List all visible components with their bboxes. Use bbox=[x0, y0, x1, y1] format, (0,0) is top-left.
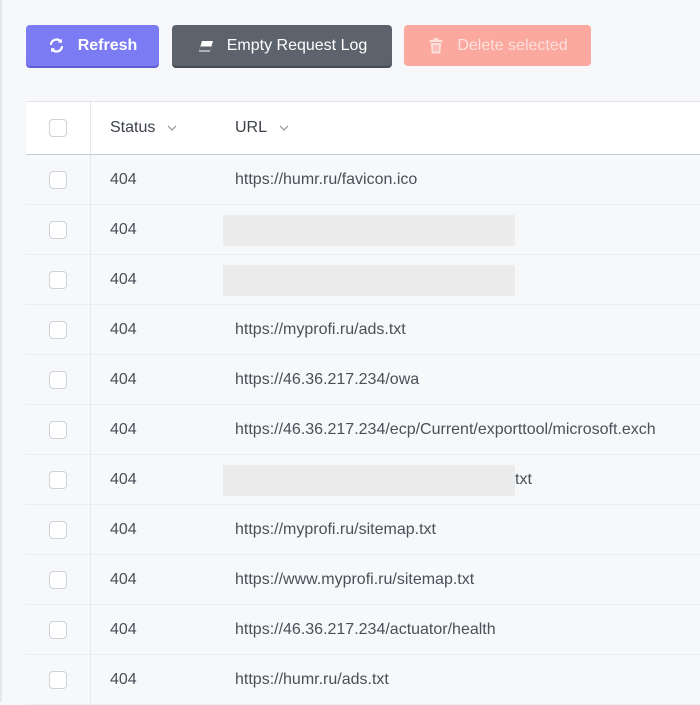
url-cell: https://humr.ru/ads.txt bbox=[235, 670, 389, 688]
status-cell: 404 bbox=[110, 170, 137, 188]
row-checkbox[interactable] bbox=[49, 620, 67, 639]
status-cell: 404 bbox=[110, 520, 137, 538]
row-checkbox-cell bbox=[26, 305, 91, 354]
row-checkbox[interactable] bbox=[49, 470, 67, 489]
row-checkbox-cell bbox=[26, 405, 91, 454]
chevron-down-icon[interactable] bbox=[279, 123, 289, 133]
status-cell: 404 bbox=[110, 270, 137, 288]
table-row[interactable]: 404 bbox=[26, 205, 700, 255]
table-row[interactable]: 404 https://humr.ru/ads.txt bbox=[26, 655, 700, 705]
eraser-icon bbox=[197, 37, 215, 55]
table-row[interactable]: 404 https://myprofi.ru/sitemap.txt bbox=[26, 505, 700, 555]
row-checkbox[interactable] bbox=[49, 220, 67, 239]
table-row[interactable]: 404 https://myprofi.ru/ads.txt bbox=[26, 305, 700, 355]
url-cell: txt bbox=[515, 470, 532, 488]
row-checkbox-cell bbox=[26, 555, 91, 604]
redacted-url-block bbox=[223, 265, 515, 296]
url-column-label: URL bbox=[235, 119, 268, 136]
delete-selected-button[interactable]: Delete selected bbox=[404, 25, 591, 66]
status-cell: 404 bbox=[110, 620, 137, 638]
table-row[interactable]: 404 https://46.36.217.234/actuator/healt… bbox=[26, 605, 700, 655]
refresh-button-label: Refresh bbox=[77, 36, 138, 54]
redacted-url-block bbox=[223, 465, 515, 496]
row-checkbox-cell bbox=[26, 155, 91, 204]
header-checkbox-cell bbox=[26, 102, 91, 154]
status-cell: 404 bbox=[110, 670, 137, 688]
url-cell: https://www.myprofi.ru/sitemap.txt bbox=[235, 570, 475, 588]
request-log-table: Status URL 404 https://humr.ru/favicon.i… bbox=[26, 101, 700, 705]
row-checkbox-cell bbox=[26, 655, 91, 704]
table-row[interactable]: 404 bbox=[26, 255, 700, 305]
status-cell: 404 bbox=[110, 420, 137, 438]
status-cell: 404 bbox=[110, 320, 137, 338]
row-checkbox[interactable] bbox=[49, 570, 67, 589]
row-checkbox-cell bbox=[26, 355, 91, 404]
chevron-down-icon[interactable] bbox=[167, 123, 177, 133]
url-cell: https://humr.ru/favicon.ico bbox=[235, 170, 418, 188]
row-checkbox-cell bbox=[26, 505, 91, 554]
url-cell: https://46.36.217.234/ecp/Current/export… bbox=[235, 420, 656, 438]
refresh-icon bbox=[48, 37, 66, 55]
status-cell: 404 bbox=[110, 570, 137, 588]
table-row[interactable]: 404 https://www.myprofi.ru/sitemap.txt bbox=[26, 555, 700, 605]
status-column-header[interactable]: Status bbox=[110, 102, 177, 154]
url-cell: https://46.36.217.234/actuator/health bbox=[235, 620, 496, 638]
row-checkbox-cell bbox=[26, 455, 91, 504]
status-column-label: Status bbox=[110, 119, 156, 136]
table-row[interactable]: 404 https://humr.ru/favicon.ico bbox=[26, 155, 700, 205]
page-left-border bbox=[0, 0, 2, 702]
row-checkbox-cell bbox=[26, 605, 91, 654]
row-checkbox-cell bbox=[26, 255, 91, 304]
table-row[interactable]: 404 https://46.36.217.234/owa bbox=[26, 355, 700, 405]
delete-selected-label: Delete selected bbox=[457, 36, 568, 54]
status-cell: 404 bbox=[110, 370, 137, 388]
empty-request-log-label: Empty Request Log bbox=[226, 36, 368, 54]
row-checkbox[interactable] bbox=[49, 320, 67, 339]
row-checkbox[interactable] bbox=[49, 270, 67, 289]
status-cell: 404 bbox=[110, 470, 137, 488]
url-cell: https://myprofi.ru/ads.txt bbox=[235, 320, 406, 338]
row-checkbox[interactable] bbox=[49, 670, 67, 689]
trash-icon bbox=[427, 37, 445, 55]
refresh-button[interactable]: Refresh bbox=[26, 25, 159, 66]
empty-request-log-button[interactable]: Empty Request Log bbox=[172, 25, 392, 66]
row-checkbox[interactable] bbox=[49, 520, 67, 539]
select-all-checkbox[interactable] bbox=[49, 119, 67, 137]
row-checkbox-cell bbox=[26, 205, 91, 254]
url-cell: https://46.36.217.234/owa bbox=[235, 370, 420, 388]
row-checkbox[interactable] bbox=[49, 370, 67, 389]
table-header: Status URL bbox=[26, 102, 700, 155]
row-checkbox[interactable] bbox=[49, 420, 67, 439]
table-row[interactable]: 404 txt bbox=[26, 455, 700, 505]
url-cell: https://myprofi.ru/sitemap.txt bbox=[235, 520, 436, 538]
status-cell: 404 bbox=[110, 220, 137, 238]
table-row[interactable]: 404 https://46.36.217.234/ecp/Current/ex… bbox=[26, 405, 700, 455]
url-column-header[interactable]: URL bbox=[235, 102, 700, 154]
redacted-url-block bbox=[223, 215, 515, 246]
row-checkbox[interactable] bbox=[49, 170, 67, 189]
